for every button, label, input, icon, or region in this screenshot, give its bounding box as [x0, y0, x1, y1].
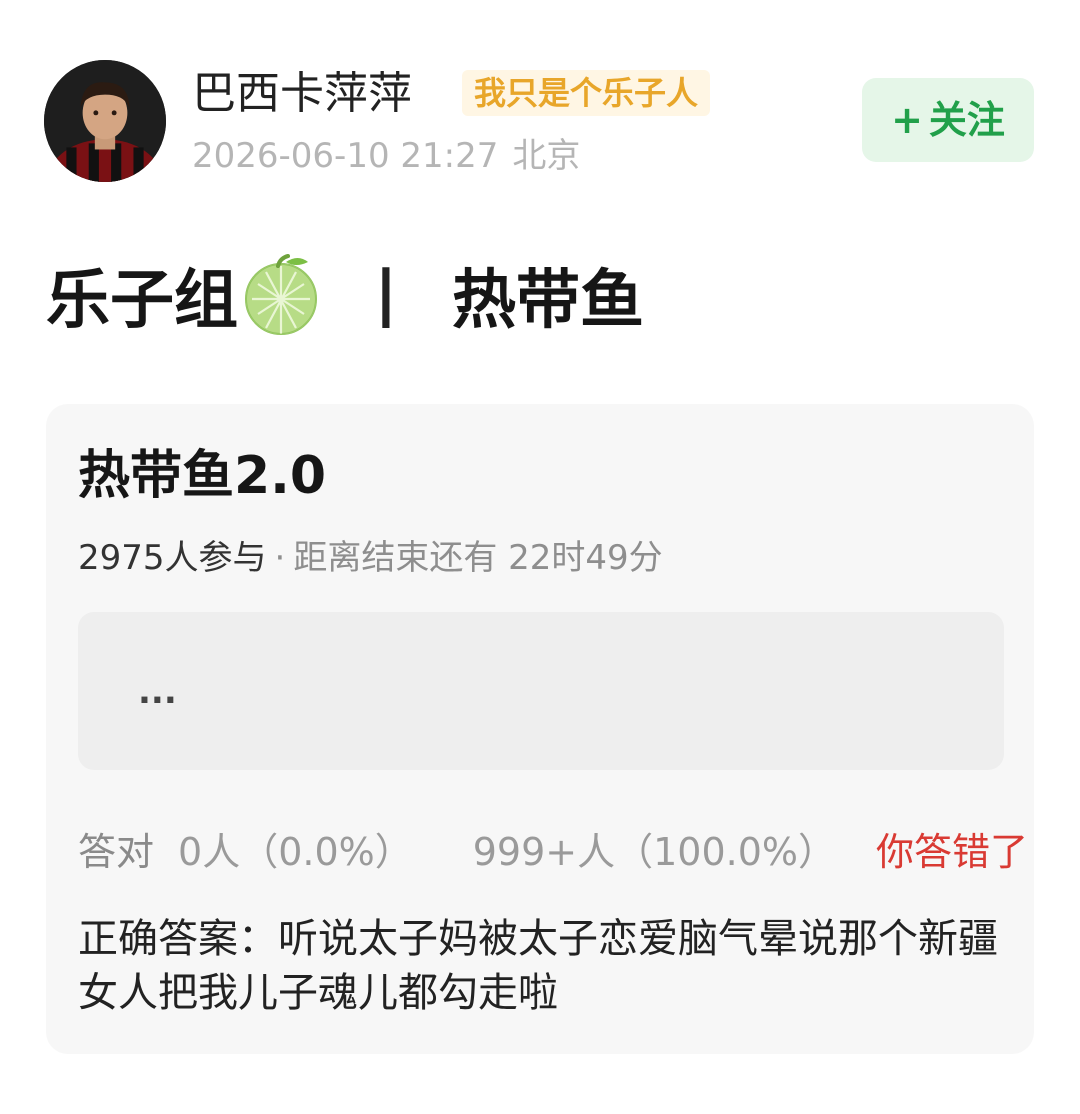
post-title-group: 乐子组: [46, 264, 238, 338]
title-separator: 丨: [354, 264, 418, 338]
post-meta: 2026-06-10 21:27 北京: [192, 132, 580, 180]
plus-icon: +: [891, 98, 923, 142]
user-answer-box[interactable]: ...: [78, 612, 1004, 770]
user-tag-badge: 我只是个乐子人: [462, 70, 711, 116]
avatar-image: [44, 60, 166, 182]
participant-count: 2975人参与: [78, 538, 267, 578]
avatar[interactable]: [44, 60, 166, 182]
post-timestamp: 2026-06-10 21:27: [192, 136, 499, 176]
wrong-verdict: 你答错了: [876, 830, 1029, 874]
stats-separator: ·: [274, 538, 286, 578]
wrong-count: 999+人（100.0%）: [472, 830, 836, 874]
result-row: 答对 0人（0.0%） 999+人（100.0%） 你答错了: [78, 824, 1034, 880]
post-page: 巴西卡萍萍 我只是个乐子人 2026-06-10 21:27 北京 + 关注 乐子组…: [0, 0, 1080, 1114]
post-title: 乐子组 丨 热带鱼: [46, 250, 644, 340]
follow-button[interactable]: + 关注: [862, 78, 1034, 162]
quiz-stats: 2975人参与 · 距离结束还有 22时49分: [78, 534, 663, 582]
quiz-title: 热带鱼2.0: [78, 446, 327, 506]
correct-count: 0人（0.0%）: [178, 830, 413, 874]
user-answer-text: ...: [138, 672, 177, 712]
correct-answer: 正确答案：听说太子妈被太子恋爱脑气晕说那个新疆女人把我儿子魂儿都勾走啦: [78, 916, 998, 1016]
countdown-text: 距离结束还有 22时49分: [293, 538, 663, 578]
melon-icon: [238, 252, 324, 338]
post-location: 北京: [512, 136, 581, 176]
correct-label: 答对: [78, 830, 155, 874]
username[interactable]: 巴西卡萍萍: [192, 64, 412, 124]
quiz-card[interactable]: 热带鱼2.0 2975人参与 · 距离结束还有 22时49分 ... 答对 0人（0.…: [46, 404, 1034, 1054]
post-title-topic: 热带鱼: [452, 264, 644, 338]
follow-label: 关注: [928, 98, 1005, 142]
